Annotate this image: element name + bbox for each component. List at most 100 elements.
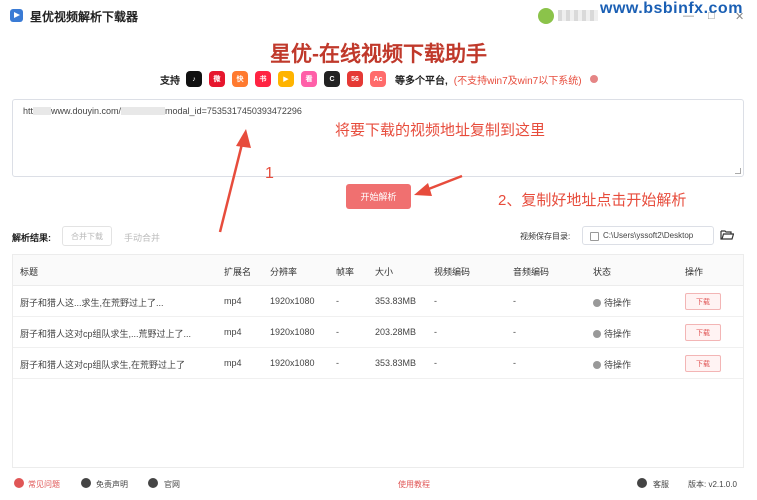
- step2-annotation: 2、复制好地址点击开始解析: [498, 192, 687, 209]
- cell-resolution: 1920x1080: [270, 296, 315, 306]
- cell-fps: -: [336, 296, 339, 306]
- shield-icon: [81, 478, 91, 488]
- main-title: 星优-在线视频下载助手: [270, 43, 487, 66]
- kuaishou-icon: 快: [232, 71, 248, 87]
- column-header-action: 操作: [685, 267, 704, 277]
- footer-bar: 常见问题 免责声明 官网 使用教程 客服 版本: v2.1.0.0: [0, 476, 757, 494]
- title-bar: 星优视频解析下载器 www.bsbinfx.com — □ ✕: [0, 0, 757, 30]
- cctv-icon: C: [324, 71, 340, 87]
- table-row[interactable]: 厨子和猎人这...求生,在荒野过上了... mp4 1920x1080 - 35…: [13, 286, 743, 317]
- support-label: 支持: [160, 75, 180, 87]
- url-input-text: htt www.douyin.com/modal_id=7535317450393…: [23, 106, 302, 116]
- cell-status: 待操作: [593, 296, 631, 309]
- close-button[interactable]: ✕: [735, 10, 744, 23]
- results-table: 标题 扩展名 分辨率 帧率 大小 视频编码 音频编码 状态 操作 厨子和猎人这.…: [12, 254, 744, 468]
- folder-open-icon[interactable]: [720, 229, 734, 240]
- column-header-resolution: 分辨率: [270, 267, 298, 277]
- username-blurred: [558, 10, 598, 21]
- acfun-icon: Ac: [370, 71, 386, 87]
- cell-acodec: -: [513, 358, 516, 368]
- weibo-icon: 微: [209, 71, 225, 87]
- cell-vcodec: -: [434, 296, 437, 306]
- status-text: 待操作: [604, 329, 632, 339]
- tiktok-icon: ♪: [186, 71, 202, 87]
- cell-title: 厨子和猎人这对cp组队求生,在荒野过上了: [20, 360, 186, 370]
- question-icon: [14, 478, 24, 488]
- column-header-acodec: 音频编码: [513, 267, 550, 277]
- url-prefix: htt: [23, 106, 34, 116]
- step1-annotation: 1: [265, 165, 274, 182]
- url-blur: [121, 107, 166, 115]
- paste-hint-annotation: 将要下载的视频地址复制到这里: [335, 122, 546, 139]
- cell-fps: -: [336, 358, 339, 368]
- info-icon[interactable]: [589, 75, 598, 83]
- headset-icon: [637, 478, 647, 488]
- version-label: 版本: v2.1.0.0: [688, 480, 737, 489]
- website-link[interactable]: 官网: [164, 479, 180, 490]
- cell-vcodec: -: [434, 358, 437, 368]
- cell-ext: mp4: [224, 296, 242, 306]
- cell-fps: -: [336, 327, 339, 337]
- user-avatar[interactable]: [538, 8, 554, 24]
- pending-status-icon: [593, 361, 601, 369]
- app-logo-icon: [10, 9, 23, 22]
- maximize-button[interactable]: □: [708, 10, 715, 22]
- cell-ext: mp4: [224, 358, 242, 368]
- disclaimer-link[interactable]: 免责声明: [96, 479, 128, 490]
- table-row[interactable]: 厨子和猎人这对cp组队求生,...荒野过上了... mp4 1920x1080 …: [13, 317, 743, 348]
- cell-size: 353.83MB: [375, 296, 417, 306]
- win7-note: (不支持win7及win7以下系统): [453, 75, 582, 87]
- column-header-fps: 帧率: [336, 267, 355, 277]
- cell-size: 353.83MB: [375, 358, 417, 368]
- column-header-ext: 扩展名: [224, 267, 252, 277]
- url-mid: www.douyin.com/: [51, 106, 122, 116]
- download-button[interactable]: 下载: [685, 293, 721, 310]
- support-link[interactable]: 客服: [653, 479, 669, 490]
- 56-icon: 56: [347, 71, 363, 87]
- column-header-vcodec: 视频编码: [434, 267, 471, 277]
- save-dir-label: 视频保存目录:: [520, 232, 571, 241]
- cell-vcodec: -: [434, 327, 437, 337]
- manual-merge-link[interactable]: 手动合并: [124, 231, 160, 244]
- save-dir-field[interactable]: C:\Users\yssoft2\Desktop: [582, 226, 714, 245]
- video-play-icon: ▶: [278, 71, 294, 87]
- column-header-title: 标题: [20, 267, 39, 277]
- pending-status-icon: [593, 330, 601, 338]
- url-suffix: modal_id=7535317450393472296: [165, 106, 302, 116]
- cell-resolution: 1920x1080: [270, 327, 315, 337]
- more-platforms-label: 等多个平台,: [395, 75, 448, 87]
- arrow-to-button-line: [425, 174, 463, 192]
- supported-platforms: 支持 ♪ 微快书 ▶ 看 C 56 Ac 等多个平台, (不支持win7及win7以下系统): [160, 70, 598, 88]
- cell-acodec: -: [513, 327, 516, 337]
- cell-title: 厨子和猎人这对cp组队求生,...荒野过上了...: [20, 329, 192, 339]
- column-header-status: 状态: [593, 267, 612, 277]
- cell-acodec: -: [513, 296, 516, 306]
- cell-size: 203.28MB: [375, 327, 417, 337]
- pending-status-icon: [593, 299, 601, 307]
- merge-download-button[interactable]: 合并下载: [62, 226, 112, 246]
- status-text: 待操作: [604, 360, 632, 370]
- cell-resolution: 1920x1080: [270, 358, 315, 368]
- column-header-size: 大小: [375, 267, 394, 277]
- start-parse-button[interactable]: 开始解析: [346, 184, 411, 209]
- results-label: 解析结果:: [12, 233, 51, 243]
- resize-grip-icon[interactable]: [735, 168, 741, 174]
- download-button[interactable]: 下载: [685, 324, 721, 341]
- table-row[interactable]: 厨子和猎人这对cp组队求生,在荒野过上了 mp4 1920x1080 - 353…: [13, 348, 743, 379]
- minimize-button[interactable]: —: [683, 10, 694, 22]
- status-text: 待操作: [604, 298, 632, 308]
- cell-status: 待操作: [593, 358, 631, 371]
- globe-icon: [148, 478, 158, 488]
- haokan-icon: 看: [301, 71, 317, 87]
- xiaohongshu-icon: 书: [255, 71, 271, 87]
- tutorial-link[interactable]: 使用教程: [398, 479, 430, 490]
- watermark-text: www.bsbinfx.com: [600, 0, 743, 17]
- cell-ext: mp4: [224, 327, 242, 337]
- cell-title: 厨子和猎人这...求生,在荒野过上了...: [20, 298, 164, 308]
- table-header: 标题 扩展名 分辨率 帧率 大小 视频编码 音频编码 状态 操作: [13, 255, 743, 286]
- faq-link[interactable]: 常见问题: [28, 479, 60, 490]
- url-blur: [33, 107, 52, 115]
- platform-icon-list: ♪ 微快书 ▶ 看 C 56 Ac: [186, 71, 393, 87]
- download-button[interactable]: 下载: [685, 355, 721, 372]
- cell-status: 待操作: [593, 327, 631, 340]
